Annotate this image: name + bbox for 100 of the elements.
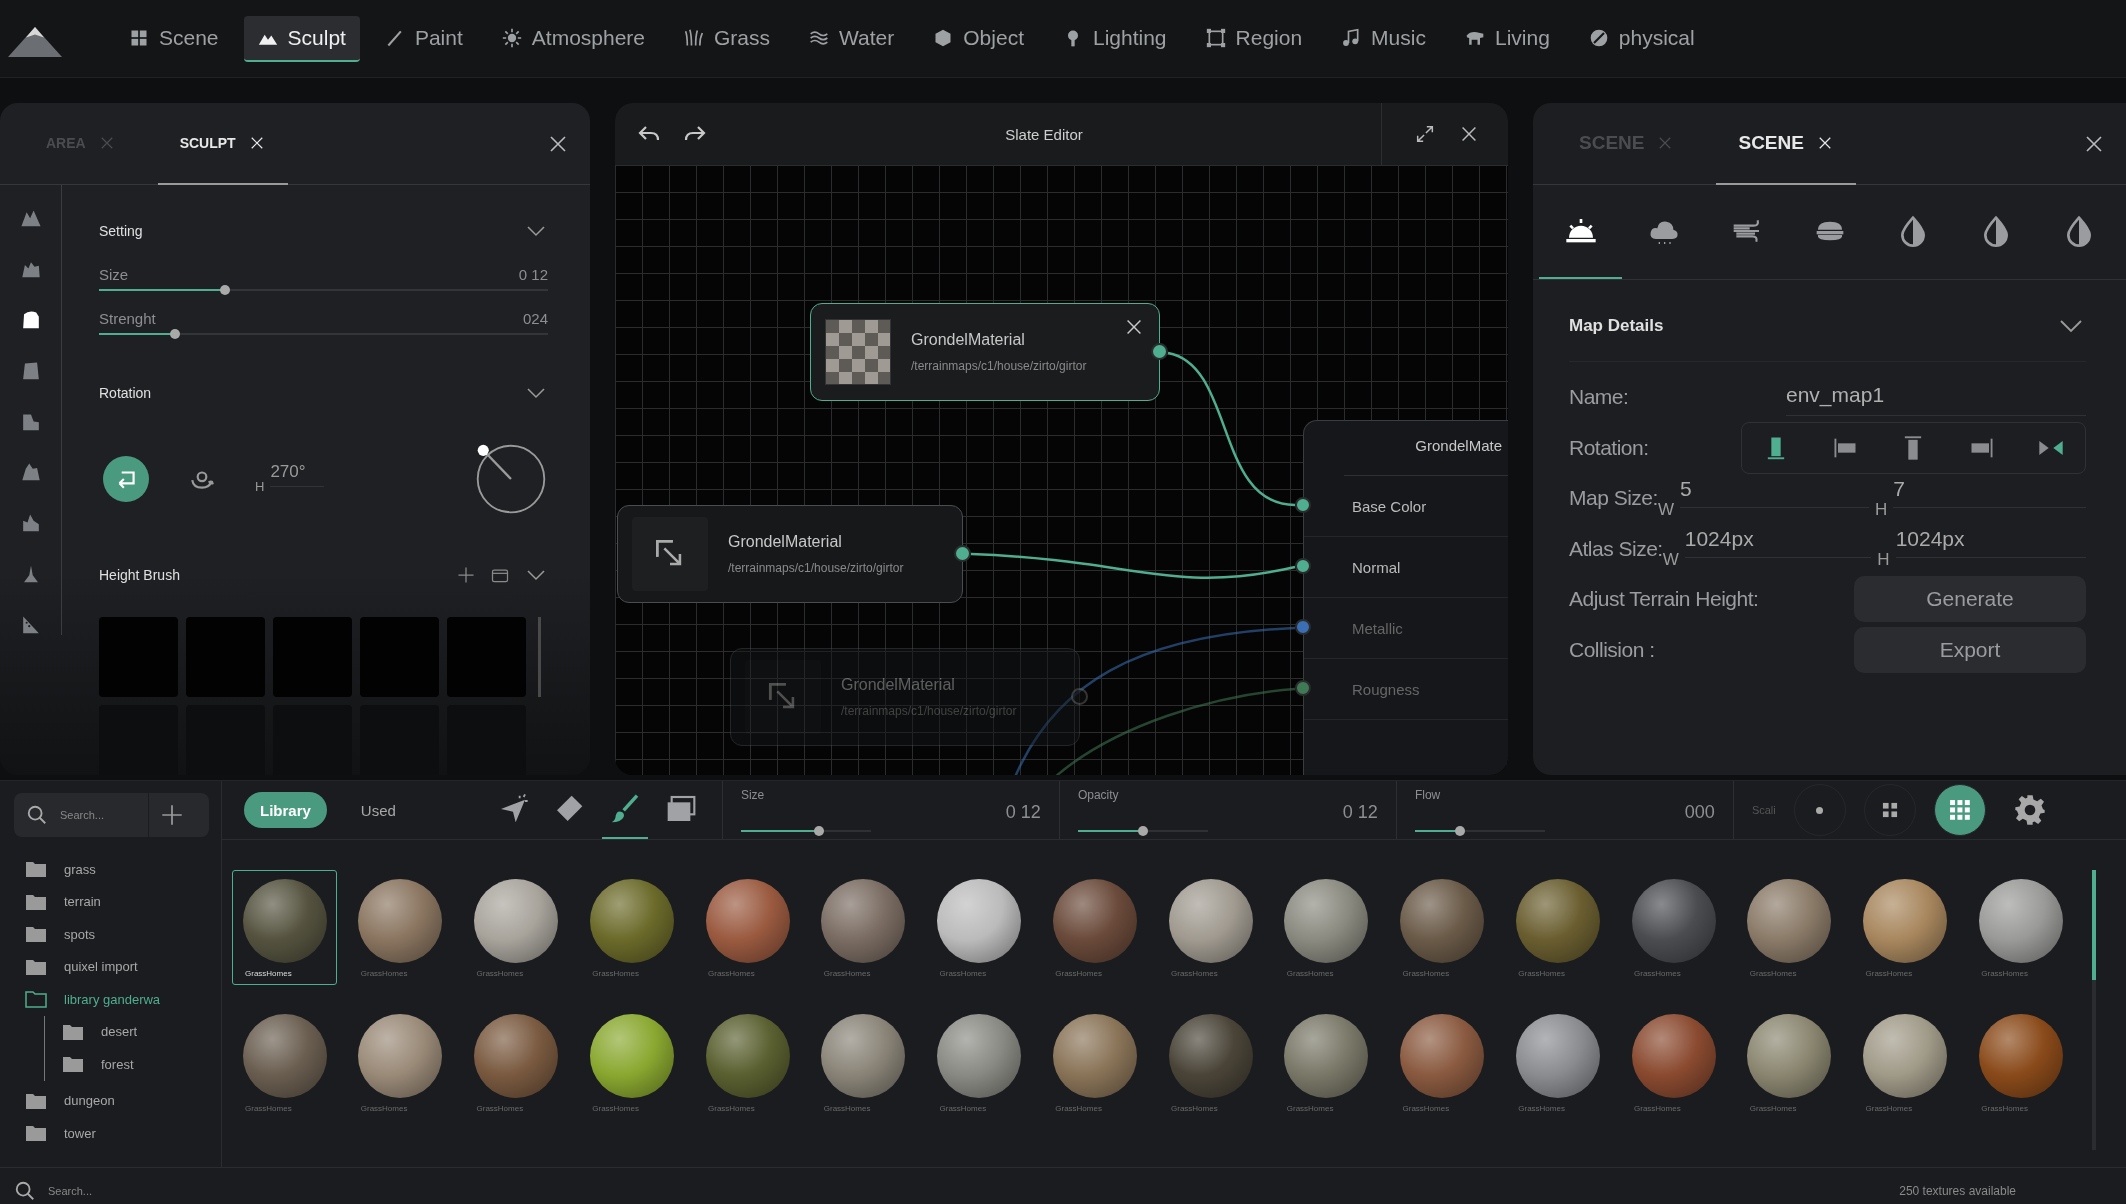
material-item[interactable]: GrassHomes [1389,870,1495,985]
material-item[interactable]: GrassHomes [463,870,569,985]
view-button[interactable] [1933,784,1986,836]
material-item[interactable]: GrassHomes [1621,870,1726,985]
material-item[interactable]: GrassHomes [579,1005,685,1120]
folder-item[interactable]: desert [45,1015,209,1048]
material-item[interactable]: GrassHomes [695,870,800,985]
material-item[interactable]: GrassHomes [695,1005,800,1120]
material-item[interactable]: GrassHomes [232,1005,337,1120]
view-tab[interactable]: Used [344,792,412,828]
material-item[interactable]: GrassHomes [1505,1005,1611,1120]
menu-tab[interactable]: Object [919,15,1038,62]
scrollbar-thumb[interactable] [2092,870,2096,980]
menu-tab[interactable]: Lighting [1049,15,1181,62]
material-item[interactable]: GrassHomes [232,870,337,985]
slider-thumb[interactable] [219,285,230,295]
material-item[interactable]: GrassHomes [926,1005,1032,1120]
material-item[interactable]: GrassHomes [1158,870,1263,985]
menu-tab[interactable]: Music [1327,15,1440,62]
menu-tab[interactable]: physical [1574,15,1709,62]
folder-item[interactable]: forest [45,1048,209,1081]
search-field[interactable]: Search... [46,1183,166,1198]
material-item[interactable]: GrassHomes [926,870,1032,985]
material-item[interactable]: GrassHomes [1273,870,1379,985]
field-label: Atlas Size: [1569,536,1663,560]
brush-thumbnail[interactable] [273,617,352,697]
brush-thumbnail[interactable] [186,617,265,697]
output-pin[interactable] [954,545,971,562]
number-field[interactable]: 5 [1679,476,1869,508]
material-item[interactable]: GrassHomes [1852,1005,1958,1120]
slider-thumb[interactable] [813,826,824,836]
settings-icon[interactable] [2013,794,2046,826]
menu-tab[interactable]: Region [1191,15,1317,62]
material-item[interactable]: GrassHomes [1736,870,1842,985]
material-item[interactable]: GrassHomes [463,1005,569,1120]
material-item[interactable]: GrassHomes [810,870,916,985]
output-pin[interactable] [1151,343,1168,360]
panel-tab[interactable]: SCENE [1716,103,1856,185]
material-item[interactable]: GrassHomes [1736,1005,1842,1120]
material-item[interactable]: GrassHomes [1621,1005,1726,1120]
folder-item[interactable]: library ganderwa [14,983,209,1016]
material-item[interactable]: GrassHomes [347,1005,453,1120]
slider-label: Strenght [99,310,156,327]
plus-icon[interactable] [456,565,476,585]
expand-icon[interactable] [1414,123,1436,145]
material-node[interactable]: GrondelMaterial /terrainmaps/c1/house/zirto/girtor [810,303,1160,401]
slider-thumb[interactable] [1137,826,1148,836]
material-item[interactable]: GrassHomes [810,1005,916,1120]
brush-thumbnail[interactable] [447,617,526,697]
number-field[interactable]: 7 [1893,476,2086,508]
brush-thumbnail[interactable] [99,617,178,697]
material-item[interactable]: GrassHomes [1852,870,1958,985]
folder-item[interactable]: tower [14,1117,209,1150]
material-item[interactable]: GrassHomes [1389,1005,1495,1120]
action-button[interactable]: Export [1854,626,2086,673]
material-item[interactable]: GrassHomes [1158,1005,1263,1120]
folder-item[interactable]: quixel import [14,950,209,983]
panel-tab[interactable]: SCULPT [157,103,288,185]
menu-tab[interactable]: Grass [670,15,785,62]
input-label: Normal [1352,558,1401,576]
material-node[interactable]: GrondelMaterial /terrainmaps/c1/house/zirto/girtor [617,505,963,603]
menu-tab[interactable]: Living [1450,15,1564,62]
material-item[interactable]: GrassHomes [1968,870,2074,985]
menu-tab[interactable]: Paint [370,15,477,62]
material-item[interactable]: GrassHomes [1042,870,1148,985]
material-item[interactable]: GrassHomes [1273,1005,1379,1120]
menu-tab[interactable]: Scene [115,15,233,62]
slider-thumb[interactable] [1455,826,1466,836]
material-item[interactable]: GrassHomes [1968,1005,2074,1120]
input-pin[interactable] [1295,497,1311,513]
input-label: Metallic [1352,619,1403,637]
material-item[interactable]: GrassHomes [1042,1005,1148,1120]
rotation-mode-button[interactable] [103,456,149,502]
input-pin[interactable] [1295,558,1311,574]
menu-tab[interactable]: Atmosphere [487,15,660,62]
menu-tab[interactable]: Water [795,15,909,62]
folder-item[interactable]: grass [14,853,209,886]
angle-field[interactable]: 270° [270,461,325,487]
scrollbar[interactable] [538,617,541,697]
scrollbar[interactable] [2092,870,2096,1150]
material-label: GrassHomes [591,1104,640,1113]
folder-item[interactable]: terrain [14,885,209,918]
number-field[interactable]: 1024px [1684,527,1872,559]
folder-item[interactable]: dungeon [14,1084,209,1117]
material-item[interactable]: GrassHomes [347,870,453,985]
menu-tab[interactable]: Sculpt [243,15,360,62]
view-tab[interactable]: Library [244,792,327,828]
slider-thumb[interactable] [170,329,181,339]
folder-item[interactable]: spots [14,918,209,951]
sun-icon [501,27,522,48]
brush-thumbnail[interactable] [360,617,439,697]
node-title: GrondelMaterial [911,331,1026,349]
text-field[interactable]: env_map1 [1786,378,2086,416]
material-item[interactable]: GrassHomes [579,870,685,985]
search-icon[interactable] [14,1179,36,1202]
material-item[interactable]: GrassHomes [1505,870,1611,985]
search-input[interactable]: Search... [58,808,138,822]
number-field[interactable]: 1024px [1895,527,2086,559]
rotation-dial[interactable] [474,442,548,516]
action-button[interactable]: Generate [1854,576,2086,623]
